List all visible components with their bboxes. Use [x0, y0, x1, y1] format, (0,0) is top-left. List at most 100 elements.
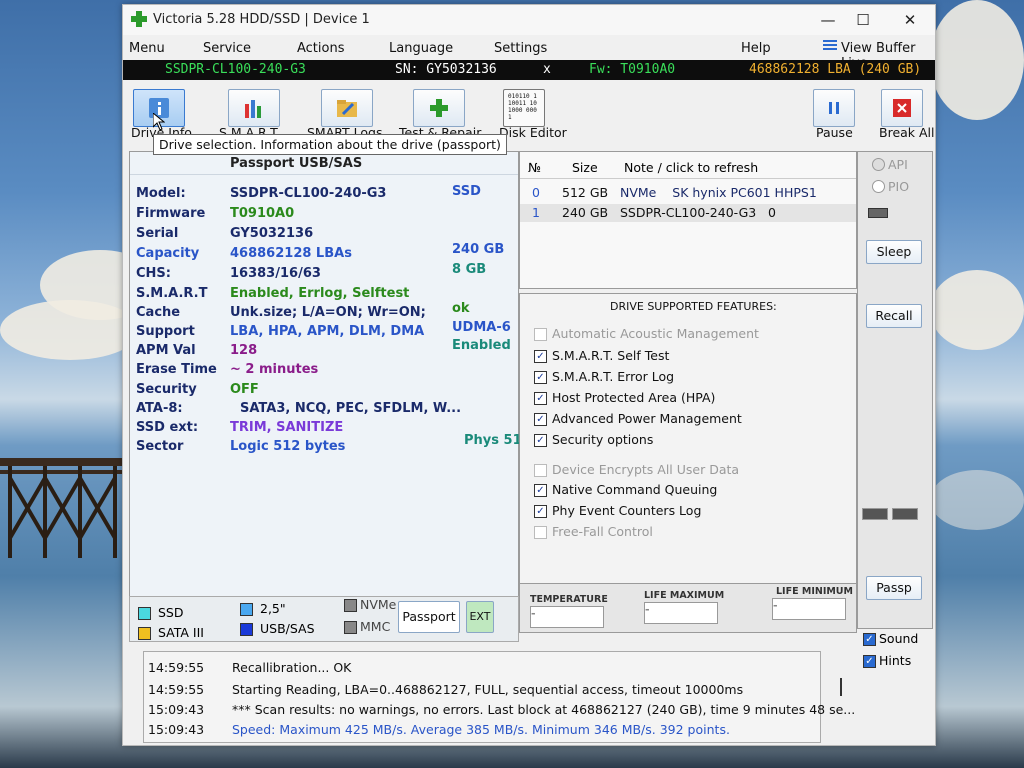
life-min-label: LIFE MINIMUM: [776, 586, 853, 597]
passport-extra: Enabled: [452, 338, 511, 353]
feature-checkbox[interactable]: ✓: [534, 505, 547, 518]
feature-label: Phy Event Counters Log: [552, 503, 702, 518]
drive-row[interactable]: 1 240 GB SSDPR-CL100-240-G3 0: [520, 204, 856, 222]
minimize-button[interactable]: —: [813, 9, 843, 31]
menu-service[interactable]: Service: [203, 41, 251, 56]
infobar-lba: 468862128 LBA (240 GB): [749, 62, 922, 77]
mmc-swatch: [344, 621, 357, 634]
menu-help[interactable]: Help: [741, 41, 771, 56]
feature-label: Host Protected Area (HPA): [552, 390, 716, 405]
life-max-field: -: [644, 602, 718, 624]
log-time: 14:59:55: [148, 660, 205, 675]
hints-label: Hints: [879, 653, 912, 668]
green-plus-icon: [430, 99, 448, 117]
log-message: Starting Reading, LBA=0..468862127, FULL…: [232, 682, 744, 697]
feature-checkbox[interactable]: [534, 328, 547, 341]
passport-row: SSD ext: TRIM, SANITIZE: [130, 420, 518, 439]
legend-usbsas: USB/SAS: [260, 621, 315, 636]
features-title: DRIVE SUPPORTED FEATURES:: [610, 300, 777, 313]
passp-button[interactable]: Passp: [866, 576, 922, 600]
passport-row: Firmware T0910A0: [130, 206, 518, 225]
menu-actions[interactable]: Actions: [297, 41, 345, 56]
api-radio[interactable]: [872, 158, 885, 171]
infobar-close[interactable]: x: [543, 62, 551, 77]
right-control-panel: API PIO Sleep Recall Passp: [857, 151, 933, 629]
legend-hdd25: 2,5": [260, 601, 286, 616]
feature-checkbox[interactable]: ✓: [534, 350, 547, 363]
passport-value: SATA3, NCQ, PEC, SFDLM, W...: [240, 401, 462, 416]
passport-row: Security OFF: [130, 382, 518, 401]
status-indicator: [868, 208, 888, 218]
indicator-right: [892, 508, 918, 520]
infobar-model: SSDPR-CL100-240-G3: [165, 62, 306, 77]
menu-menu[interactable]: Menu: [129, 41, 165, 56]
feature-checkbox[interactable]: ✓: [534, 434, 547, 447]
menu-settings[interactable]: Settings: [494, 41, 547, 56]
maximize-button[interactable]: ☐: [848, 9, 878, 31]
pause-button[interactable]: [813, 89, 855, 127]
passport-key: Serial: [136, 226, 179, 241]
passport-row: Erase Time ~ 2 minutes: [130, 362, 518, 381]
feature-checkbox[interactable]: ✓: [534, 413, 547, 426]
feature-checkbox[interactable]: ✓: [534, 392, 547, 405]
passport-value: 128: [230, 343, 258, 358]
sata-swatch: [138, 627, 151, 640]
feature-label: S.M.A.R.T. Error Log: [552, 369, 675, 384]
drive-extra: 0: [768, 205, 776, 220]
passport-key: Capacity: [136, 246, 200, 261]
passport-extra: SSD: [452, 184, 481, 199]
temperature-life-panel: TEMPERATURE - LIFE MAXIMUM - LIFE MINIMU…: [519, 583, 857, 633]
infobar-firmware: Fw: T0910A0: [589, 62, 676, 77]
recall-button[interactable]: Recall: [866, 304, 922, 328]
log-message: Speed: Maximum 425 MB/s. Average 385 MB/…: [232, 722, 730, 737]
passport-value: Enabled, Errlog, Selftest: [230, 286, 410, 301]
event-log: 14:59:55 Recallibration... OK 14:59:55 Star…: [143, 651, 855, 743]
passport-extra: ok: [452, 301, 470, 316]
ext-button[interactable]: EXT: [466, 601, 494, 633]
drive-col-size: Size: [572, 160, 598, 175]
log-time: 14:59:55: [148, 682, 205, 697]
passport-key: Cache: [136, 305, 181, 320]
passport-row: CHS: 16383/16/63 8 GB: [130, 262, 518, 285]
test-repair-button[interactable]: [413, 89, 465, 127]
victoria-window: Victoria 5.28 HDD/SSD | Device 1 — ☐ ✕ M…: [122, 4, 936, 746]
hdd25-swatch: [240, 603, 253, 616]
log-scrollbar[interactable]: [840, 678, 842, 696]
pio-label: PIO: [888, 179, 910, 194]
passport-button[interactable]: Passport: [398, 601, 460, 633]
passport-value: SSDPR-CL100-240-G3: [230, 186, 387, 201]
feature-checkbox[interactable]: ✓: [534, 484, 547, 497]
feature-label: Advanced Power Management: [552, 411, 742, 426]
feature-label: Security options: [552, 432, 654, 447]
break-all-button[interactable]: [881, 89, 923, 127]
drive-row[interactable]: 0 512 GB NVMe SK hynix PC601 HHPS1: [520, 184, 856, 202]
drive-num: 0: [532, 185, 540, 200]
feature-checkbox[interactable]: [534, 526, 547, 539]
buffer-list-icon: [823, 39, 837, 53]
smart-logs-button[interactable]: [321, 89, 373, 127]
passport-row: Model: SSDPR-CL100-240-G3 SSD: [130, 184, 518, 205]
passport-row: ATA-8: SATA3, NCQ, PEC, SFDLM, W...: [130, 401, 518, 420]
passport-value: LBA, HPA, APM, DLM, DMA: [230, 324, 425, 339]
feature-label: Device Encrypts All User Data: [552, 462, 740, 477]
feature-checkbox[interactable]: ✓: [534, 371, 547, 384]
disk-editor-button[interactable]: 010110 110011 101000 0001: [503, 89, 545, 127]
menu-bar: Menu Service Actions Language Settings H…: [123, 35, 935, 71]
passport-key: Model:: [136, 186, 186, 201]
feature-checkbox[interactable]: [534, 464, 547, 477]
indicator-left: [862, 508, 888, 520]
break-all-label: Break All: [879, 125, 935, 140]
drive-num: 1: [532, 205, 540, 220]
sleep-button[interactable]: Sleep: [866, 240, 922, 264]
passport-key: S.M.A.R.T: [136, 286, 208, 301]
close-button[interactable]: ✕: [895, 9, 925, 31]
passport-key: Sector: [136, 439, 184, 454]
drive-size: 512 GB: [562, 185, 609, 200]
pio-radio[interactable]: [872, 180, 885, 193]
smart-button[interactable]: [228, 89, 280, 127]
drive-col-note[interactable]: Note / click to refresh: [624, 160, 758, 175]
menu-language[interactable]: Language: [389, 41, 453, 56]
drive-size: 240 GB: [562, 205, 609, 220]
life-min-field: -: [772, 598, 846, 620]
feature-label: Free-Fall Control: [552, 524, 653, 539]
